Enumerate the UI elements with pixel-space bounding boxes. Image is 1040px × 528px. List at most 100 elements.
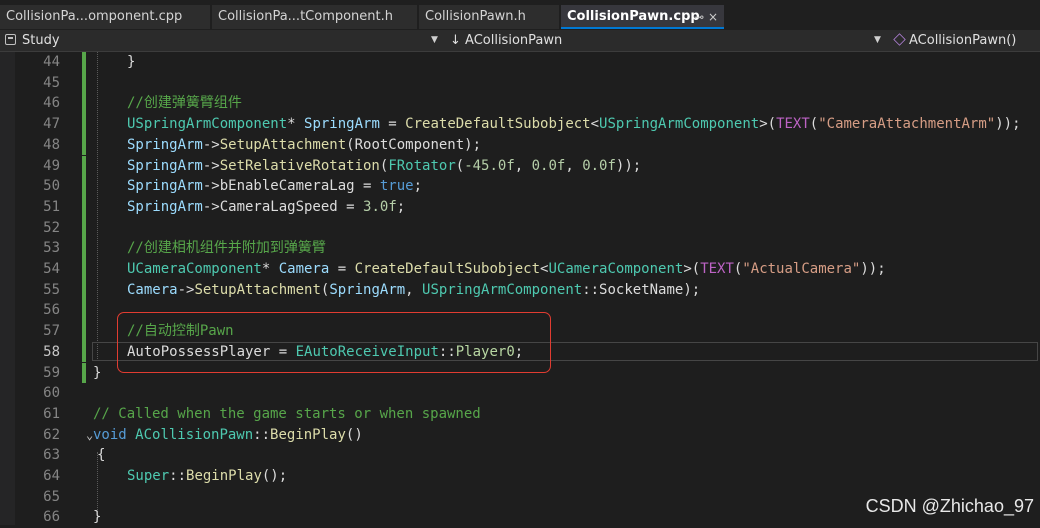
tab-collisionpawn-h[interactable]: CollisionPawn.h <box>419 5 559 29</box>
punct-token: )); <box>860 261 885 277</box>
code-text: Camera->SetupAttachment(SpringArm, USpri… <box>127 280 700 301</box>
number-token: 3.0f <box>363 199 397 215</box>
keyword-token: true <box>380 178 414 194</box>
code-text: SpringArm->SetRelativeRotation(FRotator(… <box>127 156 641 177</box>
punct-token: )); <box>616 158 641 174</box>
change-marker <box>82 156 86 177</box>
class-icon <box>893 33 905 45</box>
punct-token: ); <box>683 282 700 298</box>
type-token: FRotator <box>388 158 455 174</box>
punct-token: = <box>380 116 405 132</box>
punct-token: = <box>355 178 380 194</box>
punct-token: , <box>565 158 582 174</box>
tab-collisionpawn-movement-component-h[interactable]: CollisionPa...tComponent.h <box>212 5 417 29</box>
punct-token: -> <box>203 158 220 174</box>
line-number: 54 <box>20 259 60 280</box>
code-line-61: 61 // Called when the game starts or whe… <box>0 404 1040 425</box>
tab-label: CollisionPa...tComponent.h <box>218 9 393 24</box>
code-text: } <box>93 363 101 384</box>
change-marker <box>82 52 86 73</box>
punct-token <box>127 427 135 443</box>
change-marker <box>82 280 86 301</box>
change-marker <box>82 114 86 135</box>
type-token: USpringArmComponent <box>127 116 287 132</box>
function-token: BeginPlay <box>270 427 346 443</box>
punct-token: ); <box>464 137 481 153</box>
code-line-51: 51 SpringArm->CameraLagSpeed = 3.0f; <box>0 197 1040 218</box>
code-line-53: 53 //创建相机组件并附加到弹簧臂 <box>0 238 1040 259</box>
variable-token: SpringArm <box>127 137 203 153</box>
line-number: 50 <box>20 176 60 197</box>
code-line-47: 47 USpringArmComponent* SpringArm = Crea… <box>0 114 1040 135</box>
tab-collisionpawn-cpp[interactable]: CollisionPawn.cpp ⊸ × <box>561 5 724 29</box>
tab-collisionpawn-movement-component-cpp[interactable]: CollisionPa...omponent.cpp <box>0 5 210 29</box>
project-icon <box>5 34 16 45</box>
line-number: 62 <box>20 425 60 446</box>
scope-name: ↓ ACollisionPawn <box>450 30 562 51</box>
line-number: 55 <box>20 280 60 301</box>
change-marker <box>82 300 86 321</box>
punct-token: (); <box>262 468 287 484</box>
macro-token: TEXT <box>776 116 810 132</box>
punct-token: :: <box>169 468 186 484</box>
line-number: 56 <box>20 300 60 321</box>
code-text: USpringArmComponent* SpringArm = CreateD… <box>127 114 1021 135</box>
variable-token: Camera <box>127 282 178 298</box>
punct-token: ; <box>414 178 422 194</box>
scope-dropdown[interactable]: ↓ ACollisionPawn ▼ <box>446 30 886 51</box>
identifier-token: RootComponent <box>355 137 465 153</box>
function-token: CreateDefaultSubobject <box>355 261 540 277</box>
tab-label: CollisionPa...omponent.cpp <box>6 9 182 24</box>
change-marker <box>82 363 86 384</box>
function-token: SetupAttachment <box>220 137 346 153</box>
code-editor[interactable]: 44 } 45 46 //创建弹簧臂组件 47 USpringArmCompon… <box>0 52 1040 525</box>
code-line-50: 50 SpringArm->bEnableCameraLag = true; <box>0 176 1040 197</box>
code-text: Super::BeginPlay(); <box>127 466 287 487</box>
member-dropdown[interactable]: ACollisionPawn() <box>888 30 1040 51</box>
comment: //创建弹簧臂组件 <box>127 93 242 114</box>
close-icon[interactable]: × <box>708 5 718 29</box>
punct-token: () <box>346 427 363 443</box>
code-line-62: 62 ⌄ void ACollisionPawn::BeginPlay() <box>0 425 1040 446</box>
tab-label: CollisionPawn.cpp <box>567 9 700 24</box>
code-line-64: 64 Super::BeginPlay(); <box>0 466 1040 487</box>
tab-bar: CollisionPa...omponent.cpp CollisionPa..… <box>0 0 1040 30</box>
line-number: 59 <box>20 363 60 384</box>
tab-label: CollisionPawn.h <box>425 9 526 24</box>
function-token: SetRelativeRotation <box>220 158 380 174</box>
punct-token: ; <box>397 199 405 215</box>
change-marker <box>82 218 86 239</box>
line-number: 46 <box>20 93 60 114</box>
punct-token: -> <box>203 178 220 194</box>
line-number: 48 <box>20 135 60 156</box>
type-token: ACollisionPawn <box>135 427 253 443</box>
change-marker <box>82 238 86 259</box>
code-text: SpringArm->SetupAttachment(RootComponent… <box>127 135 481 156</box>
punct-token: -> <box>178 282 195 298</box>
project-dropdown[interactable]: Study ▼ <box>0 30 444 51</box>
type-token: UCameraComponent <box>548 261 683 277</box>
member-name: ACollisionPawn() <box>909 30 1016 51</box>
punct-token: -> <box>203 137 220 153</box>
line-number: 52 <box>20 218 60 239</box>
line-number: 63 <box>20 445 60 466</box>
code-text: { <box>97 445 105 466</box>
code-line-54: 54 UCameraComponent* Camera = CreateDefa… <box>0 259 1040 280</box>
identifier-token: SocketName <box>599 282 683 298</box>
macro-token: TEXT <box>700 261 734 277</box>
variable-token: SpringArm <box>127 158 203 174</box>
variable-token: SpringArm <box>304 116 380 132</box>
project-name: Study <box>22 30 60 51</box>
code-text: UCameraComponent* Camera = CreateDefault… <box>127 259 886 280</box>
comment: //创建相机组件并附加到弹簧臂 <box>127 238 326 259</box>
punct-token: * <box>262 261 279 277</box>
type-token: Super <box>127 468 169 484</box>
identifier-token: bEnableCameraLag <box>220 178 355 194</box>
code-line-52: 52 <box>0 218 1040 239</box>
punct-token: >( <box>683 261 700 277</box>
pin-icon[interactable]: ⊸ <box>694 5 704 29</box>
change-marker <box>82 93 86 114</box>
punct-token: :: <box>582 282 599 298</box>
code-line-60: 60 <box>0 383 1040 404</box>
line-number: 45 <box>20 73 60 94</box>
